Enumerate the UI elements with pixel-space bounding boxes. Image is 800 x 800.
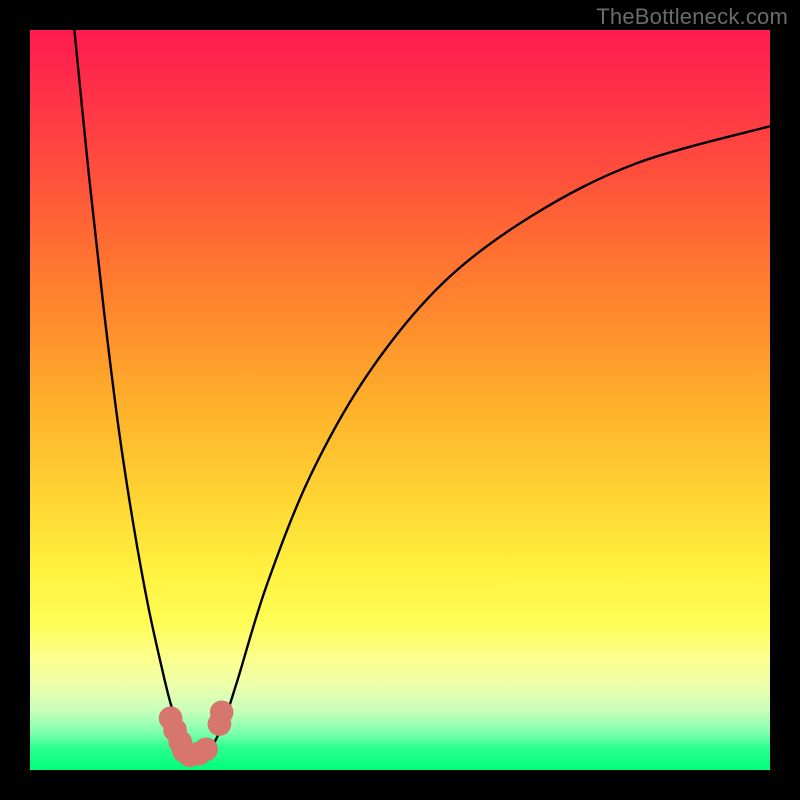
right-marker-2 [210, 700, 234, 724]
left-marker-7 [194, 737, 218, 761]
chart-frame: TheBottleneck.com [0, 0, 800, 800]
watermark-text: TheBottleneck.com [596, 4, 788, 30]
curves-layer [30, 30, 770, 770]
plot-area [30, 30, 770, 770]
right-curve [208, 126, 770, 755]
marker-group [159, 700, 234, 767]
left-curve [74, 30, 192, 755]
